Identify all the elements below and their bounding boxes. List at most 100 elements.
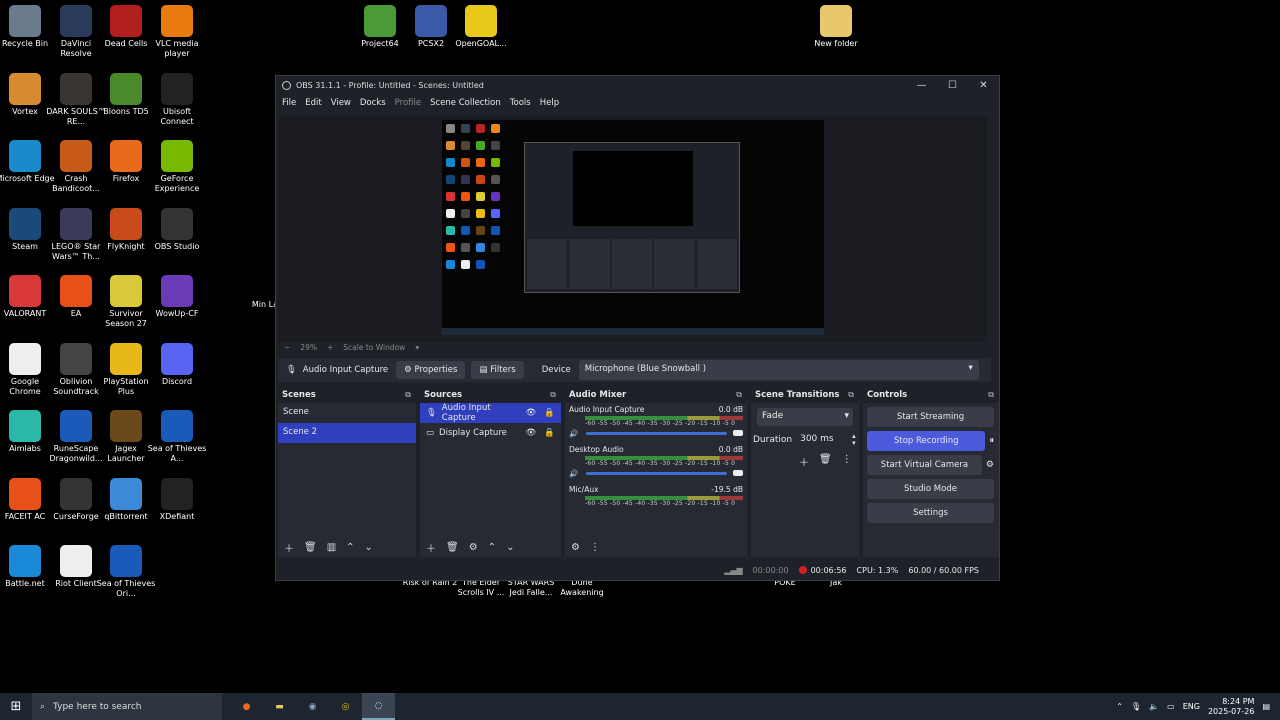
desktop-icon[interactable]: GeForce Experience	[147, 140, 207, 194]
desktop-icon[interactable]: New folder	[806, 5, 866, 49]
scene-item[interactable]: Scene	[278, 403, 416, 423]
speaker-icon[interactable]: 🔊	[569, 469, 578, 478]
chevron-up-icon[interactable]: ⌃	[1116, 702, 1123, 711]
volume-slider[interactable]: 🔊	[569, 428, 743, 438]
firefox-icon	[110, 140, 142, 172]
desktop-icon-label: GeForce Experience	[154, 174, 200, 193]
filters-button[interactable]: ▤ Filters	[471, 361, 524, 379]
close-button[interactable]: ✕	[968, 80, 999, 91]
filter-icon[interactable]: ▥	[327, 542, 336, 553]
trash-icon[interactable]: 🗑	[819, 454, 832, 469]
transition-select[interactable]: Fade ▾	[757, 408, 853, 426]
pause-icon[interactable]: ⏸	[989, 436, 994, 446]
taskbar-apps: ● ▬ ◉ ◎ ◌	[230, 693, 395, 720]
desktop-icon[interactable]: VLC media player	[147, 5, 207, 59]
desktop-icon[interactable]: XDefiant	[147, 477, 207, 522]
scene-item[interactable]: Scene 2	[278, 423, 416, 443]
more-icon[interactable]: ⋮	[590, 542, 600, 553]
properties-button[interactable]: ⚙ Properties	[396, 361, 466, 379]
lock-icon[interactable]: 🔒	[544, 408, 555, 418]
move-up-icon[interactable]: ⌃	[346, 542, 354, 553]
menu-view[interactable]: View	[331, 98, 351, 108]
desktop-icon[interactable]: Sea of Thieves Ori...	[96, 545, 156, 599]
device-select[interactable]: Microphone (Blue Snowball ) ▾	[578, 360, 979, 380]
network-icon[interactable]: ▭	[1167, 702, 1175, 711]
desktop-icon[interactable]: Ubisoft Connect	[147, 72, 207, 127]
maximize-button[interactable]: ☐	[937, 80, 968, 91]
preview-canvas[interactable]	[442, 120, 824, 335]
stop-recording-button[interactable]: Stop Recording	[867, 431, 986, 451]
trash-icon[interactable]: 🗑	[304, 542, 317, 553]
more-icon[interactable]: ⋮	[842, 454, 852, 469]
undock-icon[interactable]: ⧉	[405, 390, 411, 400]
monitor-icon: ▭	[426, 428, 435, 438]
windows-start-icon[interactable]: ⊞	[0, 699, 32, 714]
taskbar-search[interactable]: ⌕ Type here to search	[32, 693, 222, 720]
minimize-button[interactable]: —	[906, 80, 937, 91]
move-up-icon[interactable]: ⌃	[488, 542, 496, 553]
firefox-icon[interactable]: ●	[230, 693, 263, 720]
notification-icon[interactable]: ▤	[1262, 702, 1270, 711]
slider-knob[interactable]	[733, 430, 743, 436]
menu-file[interactable]: File	[282, 98, 296, 108]
menu-tools[interactable]: Tools	[510, 98, 531, 108]
settings-button[interactable]: Settings	[867, 503, 994, 523]
transitions-header: Scene Transitions ⧉	[751, 387, 859, 403]
move-down-icon[interactable]: ⌄	[365, 542, 373, 553]
obs-titlebar[interactable]: OBS 31.1.1 - Profile: Untitled - Scenes:…	[276, 76, 999, 94]
start-virtual-camera-button[interactable]: Start Virtual Camera	[867, 455, 982, 475]
zoom-out-icon[interactable]: −	[284, 343, 290, 352]
desktop-icon[interactable]: OBS Studio	[147, 207, 207, 252]
menu-scene-collection[interactable]: Scene Collection	[430, 98, 501, 108]
microphone-icon[interactable]: 🎙	[1131, 702, 1141, 711]
desktop-icon[interactable]: Sea of Thieves A...	[147, 410, 207, 464]
undock-icon[interactable]: ⧉	[736, 390, 742, 400]
speaker-icon[interactable]: 🔊	[569, 429, 578, 438]
chevron-down-icon[interactable]: ▾	[415, 343, 419, 352]
menu-help[interactable]: Help	[540, 98, 559, 108]
eye-icon[interactable]: 👁	[526, 408, 537, 418]
slider-knob[interactable]	[733, 470, 743, 476]
source-item[interactable]: 🎙 Audio Input Capture 👁 🔒	[420, 403, 561, 423]
studio-mode-button[interactable]: Studio Mode	[867, 479, 994, 499]
desktop-icon[interactable]: OpenGOAL...	[451, 5, 511, 49]
chrome-icon[interactable]: ◎	[329, 693, 362, 720]
gear-icon[interactable]: ⚙	[469, 542, 478, 553]
add-icon[interactable]: ＋	[284, 540, 294, 555]
move-down-icon[interactable]: ⌄	[506, 542, 514, 553]
source-item[interactable]: ▭ Display Capture 👁 🔒	[420, 423, 561, 443]
undock-icon[interactable]: ⧉	[550, 390, 556, 400]
stepper-icon[interactable]: ▴ ▾	[852, 433, 856, 447]
start-streaming-button[interactable]: Start Streaming	[867, 407, 994, 427]
add-icon[interactable]: ＋	[799, 454, 809, 469]
steam-icon[interactable]: ◉	[296, 693, 329, 720]
flyknight-icon	[110, 207, 142, 240]
gear-icon[interactable]: ⚙	[986, 460, 994, 470]
channel-name: Desktop Audio	[569, 445, 624, 454]
curseforge-icon	[60, 477, 92, 510]
preview-area[interactable]	[278, 116, 987, 342]
volume-icon[interactable]: 🔈	[1149, 702, 1159, 711]
zoom-in-icon[interactable]: +	[327, 343, 333, 352]
language-indicator[interactable]: ENG	[1183, 702, 1200, 711]
obs-taskbar-icon[interactable]: ◌	[362, 693, 395, 720]
menu-docks[interactable]: Docks	[360, 98, 386, 108]
add-icon[interactable]: ＋	[426, 540, 436, 555]
undock-icon[interactable]: ⧉	[848, 390, 854, 400]
clock[interactable]: 8:24 PM 2025-07-26	[1208, 697, 1255, 717]
volume-slider[interactable]: 🔊	[569, 468, 743, 478]
sea-of-thieves-icon	[161, 410, 193, 442]
file-explorer-icon[interactable]: ▬	[263, 693, 296, 720]
lock-icon[interactable]: 🔒	[544, 428, 555, 438]
undock-icon[interactable]: ⧉	[988, 390, 994, 400]
duration-input[interactable]: 300 ms	[797, 432, 853, 448]
menu-profile[interactable]: Profile	[395, 98, 421, 108]
gear-icon[interactable]: ⚙	[571, 542, 580, 553]
eye-icon[interactable]: 👁	[526, 428, 537, 438]
menu-edit[interactable]: Edit	[305, 98, 321, 108]
desktop-icon-partial[interactable]: Dune Awakening	[552, 578, 612, 598]
desktop-icon[interactable]: WowUp-CF	[147, 275, 207, 319]
trash-icon[interactable]: 🗑	[446, 542, 459, 553]
scale-mode[interactable]: Scale to Window	[343, 343, 405, 352]
desktop-icon[interactable]: Discord	[147, 342, 207, 387]
